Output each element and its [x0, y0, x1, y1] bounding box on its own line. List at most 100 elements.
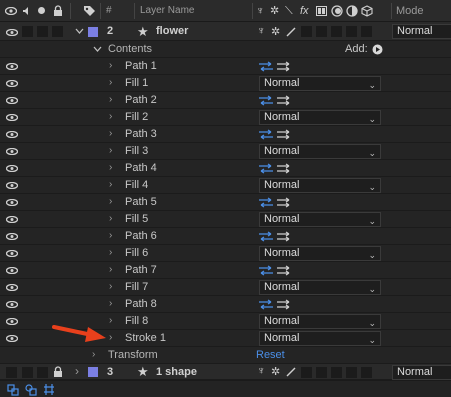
visibility-eye-icon[interactable] — [6, 335, 18, 342]
shy-switch-icon[interactable]: ♆ — [257, 25, 265, 37]
blend-mode-select[interactable]: Normal ⌄ — [259, 246, 381, 261]
shy-icon[interactable]: ♆ — [256, 0, 264, 22]
blend-mode-select[interactable]: Normal ⌄ — [259, 212, 381, 227]
blend-mode-select[interactable]: Normal ⌄ — [259, 314, 381, 329]
visibility-eye-icon[interactable] — [6, 267, 18, 274]
composition-flowchart-icon[interactable] — [7, 384, 19, 396]
quality-icon[interactable]: ⟍ — [285, 0, 293, 22]
mode-column-header[interactable]: Mode — [396, 0, 424, 22]
content-item-row[interactable]: › Path 6 — [0, 228, 451, 245]
visibility-eye-icon[interactable] — [6, 284, 18, 291]
blend-mode-select[interactable]: Normal ⌄ — [259, 280, 381, 295]
visibility-eye-icon[interactable] — [6, 97, 18, 104]
chevron-right-icon[interactable]: › — [109, 146, 117, 156]
visibility-eye-icon[interactable] — [6, 318, 18, 325]
content-item-row[interactable]: › Path 7 — [0, 262, 451, 279]
content-item-row[interactable]: › Fill 4 Normal ⌄ — [0, 177, 451, 194]
adjustment-layer-icon[interactable] — [346, 5, 358, 17]
switch-box[interactable] — [361, 26, 372, 37]
path-operation-arrows-icon[interactable] — [258, 299, 292, 310]
chevron-right-icon[interactable]: › — [109, 78, 117, 88]
visibility-eye-icon[interactable] — [6, 148, 18, 155]
path-operation-arrows-icon[interactable] — [258, 197, 292, 208]
visibility-eye-icon[interactable] — [6, 80, 18, 87]
chevron-right-icon[interactable]: › — [109, 95, 117, 105]
chevron-right-icon[interactable]: › — [109, 265, 117, 275]
layer-name-column-header[interactable]: Layer Name — [140, 0, 194, 22]
path-operation-arrows-icon[interactable] — [258, 95, 292, 106]
quality-switch-icon[interactable] — [286, 367, 296, 377]
collapse-transform-icon[interactable]: ✲ — [270, 0, 279, 22]
contents-row[interactable]: Contents Add: — [0, 41, 451, 58]
motion-blur-icon[interactable] — [331, 5, 343, 17]
content-item-row[interactable]: › Path 3 — [0, 126, 451, 143]
modes-toggle-icon[interactable] — [25, 384, 37, 396]
chevron-right-icon[interactable]: › — [109, 61, 117, 71]
label-tag-icon[interactable] — [83, 5, 96, 17]
lock-icon[interactable] — [53, 5, 63, 16]
content-item-row[interactable]: › Fill 6 Normal ⌄ — [0, 245, 451, 262]
content-item-row[interactable]: › Fill 3 Normal ⌄ — [0, 143, 451, 160]
switch-box[interactable] — [301, 26, 312, 37]
path-operation-arrows-icon[interactable] — [258, 231, 292, 242]
content-item-row[interactable]: › Path 4 — [0, 160, 451, 177]
switch-box[interactable] — [361, 367, 372, 378]
3d-layer-icon[interactable] — [361, 5, 373, 17]
chevron-right-icon[interactable]: › — [109, 282, 117, 292]
path-operation-arrows-icon[interactable] — [258, 265, 292, 276]
chevron-right-icon[interactable]: › — [109, 316, 117, 326]
reset-link[interactable]: Reset — [256, 347, 285, 364]
chevron-right-icon[interactable]: › — [109, 129, 117, 139]
switch-box[interactable] — [331, 367, 342, 378]
switch-box[interactable] — [331, 26, 342, 37]
chevron-right-icon[interactable]: › — [109, 197, 117, 207]
visibility-eye-icon[interactable] — [6, 29, 18, 36]
chevron-right-icon[interactable]: › — [109, 299, 117, 309]
blend-mode-select[interactable]: Normal ⌄ — [259, 76, 381, 91]
visibility-eye-icon[interactable] — [6, 301, 18, 308]
switch-box[interactable] — [346, 367, 357, 378]
layer-row-flower[interactable]: 2 ★ flower ♆ ✲ Normal — [0, 22, 451, 41]
visibility-eye-icon[interactable] — [6, 216, 18, 223]
lock-icon[interactable] — [53, 366, 63, 377]
blend-mode-select[interactable]: Normal ⌄ — [259, 331, 381, 346]
label-color-swatch[interactable] — [88, 367, 98, 377]
visibility-toggle[interactable] — [6, 367, 17, 378]
layer-mode-select[interactable]: Normal — [392, 24, 451, 39]
lock-toggle[interactable] — [52, 26, 63, 37]
visibility-eye-icon[interactable] — [6, 165, 18, 172]
content-item-row[interactable]: › Fill 7 Normal ⌄ — [0, 279, 451, 296]
content-item-row[interactable]: › Path 2 — [0, 92, 451, 109]
chevron-right-icon[interactable]: › — [109, 231, 117, 241]
content-item-row[interactable]: › Fill 1 Normal ⌄ — [0, 75, 451, 92]
content-item-row[interactable]: › Path 8 — [0, 296, 451, 313]
chevron-down-icon[interactable] — [93, 46, 102, 53]
content-item-row[interactable]: › Path 5 — [0, 194, 451, 211]
effects-icon[interactable]: fx — [300, 0, 309, 22]
blend-mode-select[interactable]: Normal ⌄ — [259, 178, 381, 193]
path-operation-arrows-icon[interactable] — [258, 129, 292, 140]
layer-mode-select[interactable]: Normal — [392, 365, 451, 380]
audio-toggle[interactable] — [22, 26, 33, 37]
collapse-switch-icon[interactable]: ✲ — [271, 25, 280, 38]
visibility-eye-icon[interactable] — [6, 63, 18, 70]
switch-box[interactable] — [316, 26, 327, 37]
quality-switch-icon[interactable] — [286, 27, 296, 37]
chevron-right-icon[interactable]: › — [92, 350, 100, 360]
audio-toggle[interactable] — [22, 367, 33, 378]
chevron-right-icon[interactable]: › — [75, 365, 83, 377]
chevron-down-icon[interactable] — [75, 28, 84, 35]
content-item-row[interactable]: › Fill 5 Normal ⌄ — [0, 211, 451, 228]
chevron-right-icon[interactable]: › — [109, 214, 117, 224]
chevron-right-icon[interactable]: › — [109, 180, 117, 190]
path-operation-arrows-icon[interactable] — [258, 163, 292, 174]
chevron-right-icon[interactable]: › — [109, 333, 117, 343]
switch-box[interactable] — [316, 367, 327, 378]
visibility-eye-icon[interactable] — [6, 250, 18, 257]
collapse-switch-icon[interactable]: ✲ — [271, 365, 280, 378]
solo-icon[interactable] — [38, 7, 45, 14]
chevron-right-icon[interactable]: › — [109, 248, 117, 258]
visibility-eye-icon[interactable] — [6, 131, 18, 138]
transform-row[interactable]: › Transform Reset — [0, 347, 451, 364]
switch-box[interactable] — [301, 367, 312, 378]
